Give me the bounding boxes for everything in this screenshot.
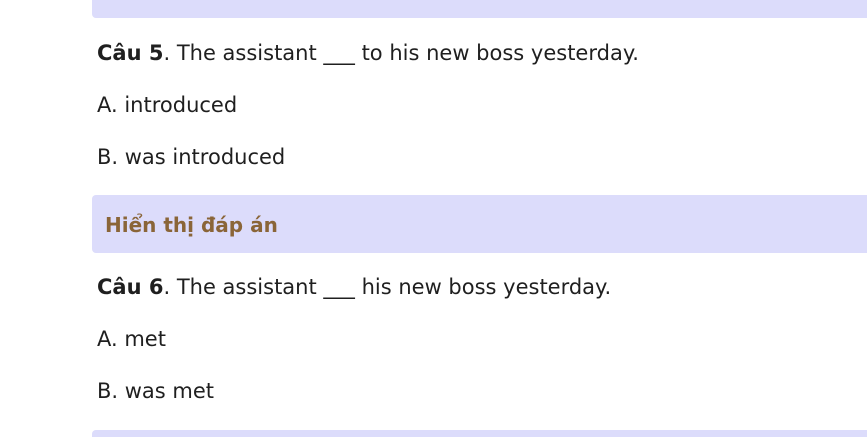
show-answer-bar-previous[interactable] xyxy=(92,0,867,18)
question-5-option-b: B. was introduced xyxy=(97,145,286,169)
show-answer-toggle[interactable]: Hiển thị đáp án xyxy=(105,212,278,238)
question-6-number: Câu 6 xyxy=(97,275,164,299)
question-5-number: Câu 5 xyxy=(97,41,164,65)
question-5: Câu 5. The assistant ___ to his new boss… xyxy=(97,39,639,67)
question-5-option-a: A. introduced xyxy=(97,93,238,117)
question-5-stem: . The assistant ___ to his new boss yest… xyxy=(163,41,639,65)
show-answer-bar-question-5[interactable]: Hiển thị đáp án xyxy=(92,195,867,253)
question-6-option-b: B. was met xyxy=(97,379,215,403)
show-answer-bar-question-6[interactable] xyxy=(92,430,867,437)
question-6: Câu 6. The assistant ___ his new boss ye… xyxy=(97,273,611,301)
question-6-stem: . The assistant ___ his new boss yesterd… xyxy=(163,275,612,299)
question-6-option-a: A. met xyxy=(97,327,166,351)
